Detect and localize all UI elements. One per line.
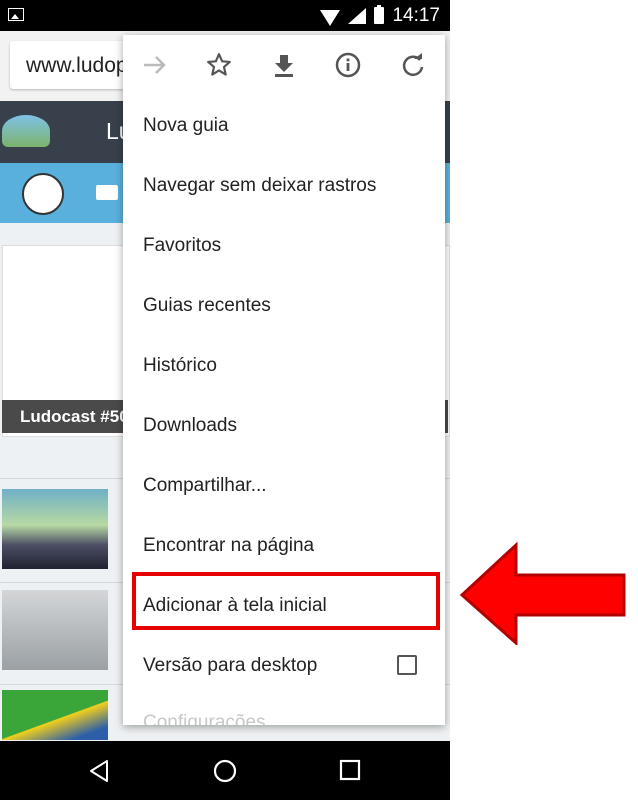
menu-icon-row: [123, 35, 445, 95]
post-thumbnail[interactable]: [2, 489, 108, 569]
url-text: www.ludop: [26, 54, 128, 77]
menu-item-incognito[interactable]: Navegar sem deixar rastros: [123, 156, 445, 216]
menu-item-recent-tabs[interactable]: Guias recentes: [123, 276, 445, 336]
desktop-site-checkbox[interactable]: [397, 655, 417, 675]
download-icon[interactable]: [266, 49, 302, 81]
post-thumbnail[interactable]: [2, 590, 108, 670]
menu-item-settings[interactable]: Configurações: [123, 693, 445, 725]
menu-item-downloads[interactable]: Downloads: [123, 396, 445, 456]
menu-item-desktop-site-label: Versão para desktop: [143, 655, 318, 676]
recents-icon[interactable]: [339, 759, 361, 786]
status-bar: 14:17: [0, 0, 450, 31]
status-time: 14:17: [392, 4, 440, 26]
menu-item-history[interactable]: Histórico: [123, 336, 445, 396]
arrow-pointer-icon: [459, 541, 626, 645]
menu-item-find-in-page[interactable]: Encontrar na página: [123, 516, 445, 576]
android-nav-bar: [0, 741, 450, 800]
forward-icon[interactable]: [137, 49, 173, 81]
battery-icon: [374, 5, 385, 24]
star-icon[interactable]: [201, 49, 237, 81]
home-icon[interactable]: [213, 759, 237, 788]
wifi-icon: [320, 9, 341, 26]
menu-item-desktop-site[interactable]: Versão para desktop: [123, 636, 445, 696]
image-notification-icon: [8, 8, 24, 21]
menu-item-share[interactable]: Compartilhar...: [123, 456, 445, 516]
avatar[interactable]: [22, 173, 64, 215]
reload-icon[interactable]: [395, 49, 431, 81]
menu-item-bookmarks[interactable]: Favoritos: [123, 216, 445, 276]
mail-icon[interactable]: [96, 185, 118, 200]
status-icons: 14:17: [320, 0, 440, 31]
info-icon[interactable]: [330, 49, 366, 81]
post-thumbnail[interactable]: [2, 690, 108, 740]
signal-icon: [348, 7, 367, 24]
site-logo[interactable]: [2, 115, 50, 147]
phone-screen: 14:17 www.ludop Lu Ludocast #50 Nova gui…: [0, 0, 450, 800]
highlight-box: [132, 572, 440, 630]
back-icon[interactable]: [88, 759, 110, 788]
menu-item-new-tab[interactable]: Nova guia: [123, 96, 445, 156]
